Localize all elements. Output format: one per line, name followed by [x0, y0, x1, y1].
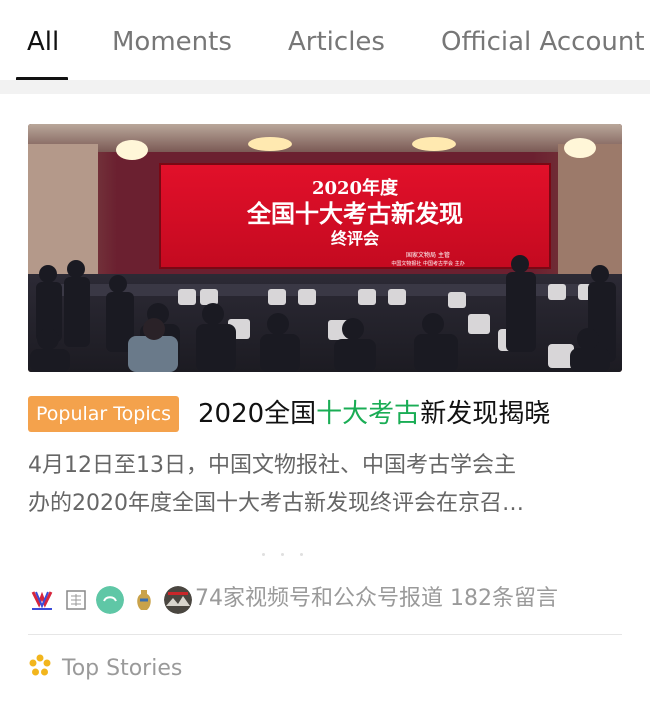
screen-small-2: 中国文物报社 中国考古学会 主办 [391, 260, 464, 267]
top-stories-link[interactable]: Top Stories [28, 652, 182, 684]
screen-small-1: 国家文物局 主管 [406, 251, 450, 259]
teal-circle-icon [96, 586, 124, 614]
search-tabs: All Moments Articles Official Account [0, 0, 650, 81]
pager-dots [262, 541, 319, 560]
title-prefix: 2020全国 [198, 399, 317, 429]
tab-moments[interactable]: Moments [112, 24, 232, 60]
source-avatars[interactable] [28, 582, 198, 618]
article-card[interactable]: 2020年度 全国十大考古新发现 终评会 国家文物局 主管 中国文物报社 中国考… [0, 94, 650, 706]
tab-all[interactable]: All [27, 24, 59, 60]
tab-articles[interactable]: Articles [288, 24, 385, 60]
tab-official-account[interactable]: Official Account [441, 24, 645, 60]
title-highlight: 十大考古 [316, 399, 421, 429]
screen-text-1: 2020年度 [312, 177, 399, 199]
description-line-2: 办的2020年度全国十大考古新发现终评会在京召… [28, 491, 524, 516]
video-channel-icon [28, 586, 56, 614]
description-line-1: 4月12日至13日，中国文物报社、中国考古学会主 [28, 453, 516, 478]
screen-text-3: 终评会 [331, 229, 379, 248]
reports-and-comments-count[interactable]: 74家视频号和公众号报道 182条留言 [195, 581, 558, 617]
title-suffix: 新发现揭晓 [420, 399, 551, 429]
vase-icon [130, 586, 158, 614]
article-title[interactable]: 2020全国十大考古新发现揭晓 [198, 394, 550, 434]
popular-topics-badge: Popular Topics [28, 396, 179, 432]
divider [28, 634, 622, 635]
article-cover-image[interactable]: 2020年度 全国十大考古新发现 终评会 国家文物局 主管 中国文物报社 中国考… [28, 124, 622, 372]
top-stories-label: Top Stories [62, 655, 183, 681]
screen-text-2: 全国十大考古新发现 [246, 199, 463, 228]
top-stories-flower-icon [28, 654, 52, 682]
landscape-icon [164, 586, 192, 614]
section-divider [0, 80, 650, 94]
article-description: 4月12日至13日，中国文物报社、中国考古学会主 办的2020年度全国十大考古新… [28, 447, 618, 523]
seal-icon [62, 586, 90, 614]
